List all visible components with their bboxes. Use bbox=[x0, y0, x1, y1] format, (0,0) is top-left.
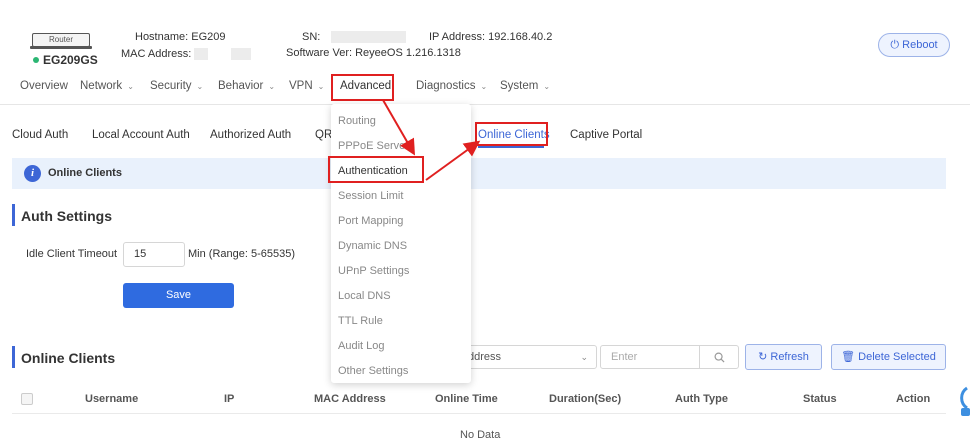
annotation-box-advanced bbox=[331, 74, 394, 101]
refresh-label: Refresh bbox=[770, 351, 809, 363]
column-online-time: Online Time bbox=[435, 393, 498, 405]
info-icon: i bbox=[24, 165, 41, 182]
tab-authorized-auth[interactable]: Authorized Auth bbox=[210, 129, 291, 141]
chevron-down-icon: ⌄ bbox=[268, 82, 276, 91]
floating-help-icon[interactable] bbox=[953, 386, 970, 418]
sn-label: SN: bbox=[302, 31, 321, 43]
refresh-button[interactable]: ↻ Refresh bbox=[745, 344, 822, 370]
nav-system[interactable]: System ⌄ bbox=[500, 80, 550, 92]
tab-captive-portal[interactable]: Captive Portal bbox=[570, 129, 642, 141]
chevron-down-icon: ⌄ bbox=[317, 82, 325, 91]
idle-timeout-hint: Min (Range: 5-65535) bbox=[188, 248, 296, 260]
router-icon-base bbox=[30, 46, 92, 49]
nav-diagnostics[interactable]: Diagnostics ⌄ bbox=[416, 80, 487, 92]
chevron-down-icon: ⌄ bbox=[580, 352, 588, 362]
search-input[interactable]: Enter bbox=[600, 345, 700, 369]
power-icon: ⏻ bbox=[890, 39, 900, 51]
menu-item-dynamic-dns[interactable]: Dynamic DNS bbox=[338, 240, 407, 252]
active-tab-underline bbox=[478, 146, 544, 148]
column-username: Username bbox=[85, 393, 139, 405]
table-header-divider bbox=[12, 413, 946, 414]
info-bar: i Online Clients bbox=[12, 158, 946, 189]
menu-item-other-settings[interactable]: Other Settings bbox=[338, 365, 408, 377]
sn-mask bbox=[331, 31, 407, 44]
save-button[interactable]: Save bbox=[123, 283, 234, 308]
select-all-checkbox[interactable] bbox=[21, 393, 33, 405]
menu-item-local-dns[interactable]: Local DNS bbox=[338, 290, 391, 302]
mac-mask bbox=[194, 48, 209, 61]
hostname-info: Hostname: EG209 bbox=[135, 31, 226, 43]
delete-selected-button[interactable]: 🗑︎ Delete Selected bbox=[831, 344, 946, 370]
chevron-down-icon: ⌄ bbox=[127, 82, 134, 91]
trash-icon: 🗑︎ bbox=[841, 351, 856, 363]
refresh-icon: ↻ bbox=[758, 351, 768, 363]
column-auth-type: Auth Type bbox=[675, 393, 728, 405]
column-action: Action bbox=[896, 393, 931, 405]
ip-label: IP Address: bbox=[429, 31, 486, 43]
nav-divider bbox=[0, 104, 970, 105]
reboot-button[interactable]: ⏻ Reboot bbox=[878, 33, 950, 57]
filter-select-value: ddress bbox=[468, 351, 502, 363]
empty-table-text: No Data bbox=[460, 429, 501, 441]
chevron-down-icon: ⌄ bbox=[543, 82, 551, 91]
section-accent-bar bbox=[12, 204, 15, 226]
filter-field-select[interactable]: ddress ⌄ bbox=[461, 345, 597, 369]
idle-timeout-label: Idle Client Timeout bbox=[26, 248, 118, 260]
nav-security[interactable]: Security ⌄ bbox=[150, 80, 203, 92]
online-status-dot bbox=[33, 56, 39, 63]
nav-overview[interactable]: Overview bbox=[20, 80, 68, 92]
software-value: ReyeeOS 1.216.1318 bbox=[355, 47, 461, 59]
menu-item-port-mapping[interactable]: Port Mapping bbox=[338, 215, 403, 227]
software-label: Software Ver: bbox=[286, 47, 353, 59]
ip-info: IP Address: 192.168.40.2 bbox=[429, 31, 552, 43]
main-nav: Overview Network ⌄ Security ⌄ Behavior ⌄ VP… bbox=[0, 80, 970, 100]
device-model: EG209GS bbox=[33, 53, 98, 67]
search-button[interactable] bbox=[699, 345, 739, 369]
nav-network[interactable]: Network ⌄ bbox=[80, 80, 134, 92]
delete-label: Delete Selected bbox=[858, 351, 936, 363]
column-status: Status bbox=[803, 393, 837, 405]
advanced-dropdown-menu: Routing PPPoE Server Authentication Sess… bbox=[331, 104, 471, 383]
column-duration: Duration(Sec) bbox=[549, 393, 622, 405]
auth-settings-title: Auth Settings bbox=[21, 208, 112, 224]
chevron-down-icon: ⌄ bbox=[480, 82, 488, 91]
ip-value: 192.168.40.2 bbox=[488, 31, 553, 43]
info-bar-title: Online Clients bbox=[48, 167, 122, 179]
menu-item-routing[interactable]: Routing bbox=[338, 115, 376, 127]
menu-item-audit-log[interactable]: Audit Log bbox=[338, 340, 384, 352]
annotation-box-online-clients bbox=[475, 122, 548, 146]
search-icon bbox=[714, 352, 725, 363]
idle-timeout-input[interactable]: 15 bbox=[123, 242, 185, 267]
hostname-label: Hostname: bbox=[135, 31, 189, 43]
annotation-arrows bbox=[382, 99, 481, 181]
section-accent-bar bbox=[12, 346, 15, 368]
annotation-box-authentication bbox=[328, 156, 424, 183]
nav-behavior[interactable]: Behavior ⌄ bbox=[218, 80, 275, 92]
menu-item-ttl-rule[interactable]: TTL Rule bbox=[338, 315, 383, 327]
reboot-label: Reboot bbox=[902, 39, 938, 51]
menu-item-upnp-settings[interactable]: UPnP Settings bbox=[338, 265, 409, 277]
router-icon: Router bbox=[32, 33, 90, 47]
software-info: Software Ver: ReyeeOS 1.216.1318 bbox=[286, 47, 461, 59]
tab-local-account-auth[interactable]: Local Account Auth bbox=[92, 129, 190, 141]
sn-info: SN: bbox=[302, 31, 407, 44]
column-mac: MAC Address bbox=[314, 393, 386, 405]
column-ip: IP bbox=[224, 393, 235, 405]
nav-vpn[interactable]: VPN ⌄ bbox=[289, 80, 324, 92]
mac-info: MAC Address: bbox=[121, 48, 252, 61]
hostname-value: EG209 bbox=[191, 31, 226, 43]
menu-item-session-limit[interactable]: Session Limit bbox=[338, 190, 403, 202]
device-model-label: EG209GS bbox=[43, 53, 98, 67]
tab-qr[interactable]: QR bbox=[315, 129, 332, 141]
chevron-down-icon: ⌄ bbox=[196, 82, 204, 91]
mac-mask-2 bbox=[231, 48, 252, 61]
menu-item-pppoe-server[interactable]: PPPoE Server bbox=[338, 140, 409, 152]
tab-cloud-auth[interactable]: Cloud Auth bbox=[12, 129, 68, 141]
online-clients-title: Online Clients bbox=[21, 350, 116, 366]
mac-label: MAC Address: bbox=[121, 48, 192, 60]
